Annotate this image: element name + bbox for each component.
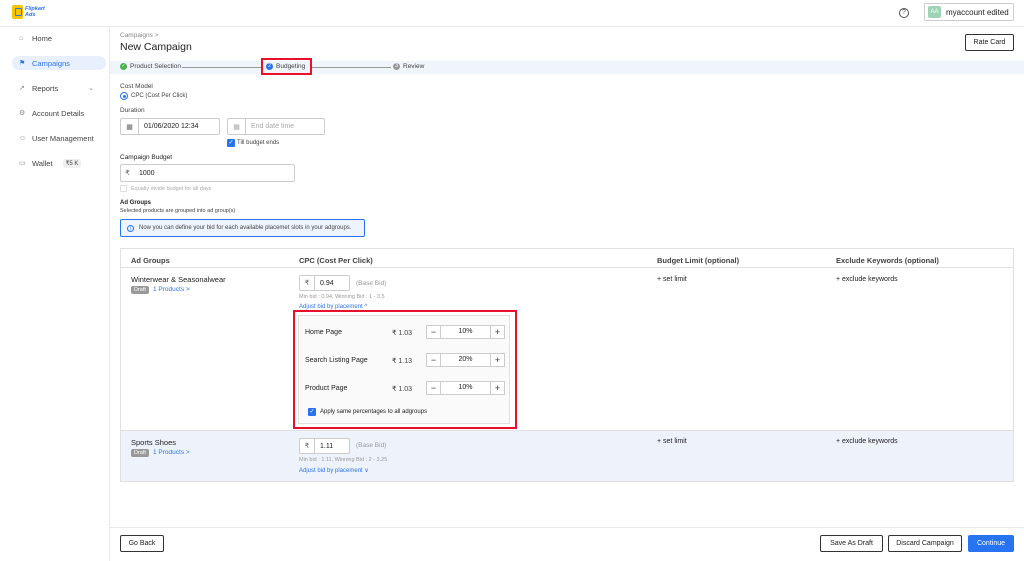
cpc-radio[interactable] <box>120 92 128 100</box>
rupee-icon: ₹ <box>300 276 315 290</box>
wallet-icon: ▭ <box>19 160 26 167</box>
col-header-exclude-keywords: Exclude Keywords (optional) <box>836 256 939 265</box>
highlight-box <box>293 310 517 429</box>
calendar-icon: ▦ <box>121 119 139 134</box>
go-back-button[interactable]: Go Back <box>120 535 164 552</box>
ad-groups-label: Ad Groups <box>120 200 151 206</box>
ad-groups-subtitle: Selected products are grouped into ad gr… <box>120 208 236 214</box>
wallet-balance: ₹5 K <box>62 158 82 168</box>
adjust-bid-link[interactable]: Adjust bid by placement ∨ <box>299 467 369 474</box>
cpc-radio-label: CPC (Cost Per Click) <box>131 93 188 99</box>
check-icon: ✓ <box>120 63 127 70</box>
sidebar-item-label: Account Details <box>32 108 85 118</box>
campaign-budget-label: Campaign Budget <box>120 154 173 161</box>
sidebar: ⌂ Home ⚑ Campaigns ↗ Reports ⌄ ⚙ Account… <box>0 27 110 561</box>
set-limit-link[interactable]: + set limit <box>657 276 687 283</box>
till-budget-ends-label: Till budget ends <box>237 140 280 146</box>
duration-label: Duration <box>120 107 145 114</box>
info-icon: i <box>127 224 134 232</box>
bid-hint: Min bid : 0.94, Winning Bid : 1 - 3.5 <box>299 294 385 300</box>
save-as-draft-button[interactable]: Save As Draft <box>820 535 883 552</box>
end-date-field[interactable]: ▦ End date time <box>227 118 325 135</box>
col-header-ad-groups: Ad Groups <box>131 256 170 265</box>
cost-model-label: Cost Model <box>120 83 153 90</box>
avatar: AA <box>928 6 941 18</box>
sidebar-item-label: User Management <box>32 133 94 143</box>
col-header-budget-limit: Budget Limit (optional) <box>657 256 740 265</box>
till-budget-ends-checkbox[interactable]: ✓ <box>227 139 235 147</box>
footer-bar <box>110 527 1024 561</box>
step-connector <box>311 67 391 68</box>
sidebar-item-user-management[interactable]: ☺ User Management <box>12 131 106 145</box>
step-review: 3 Review <box>393 63 424 70</box>
cpc-bid-input[interactable]: ₹ 0.94 <box>299 275 350 291</box>
base-bid-label: (Base Bid) <box>356 280 387 287</box>
divider <box>121 267 1013 268</box>
chevron-down-icon: ⌄ <box>88 85 94 92</box>
status-badge: Draft <box>131 449 149 457</box>
highlight-box <box>261 58 312 75</box>
step-number: 3 <box>393 63 400 70</box>
exclude-keywords-link[interactable]: + exclude keywords <box>836 276 898 283</box>
calendar-icon: ▦ <box>228 119 246 134</box>
sidebar-item-label: Reports <box>32 83 59 93</box>
info-banner: i Now you can define your bid for each a… <box>120 219 365 237</box>
sidebar-item-campaigns[interactable]: ⚑ Campaigns <box>12 56 106 70</box>
sidebar-item-account-details[interactable]: ⚙ Account Details <box>12 106 106 120</box>
help-icon[interactable]: ? <box>899 8 909 18</box>
status-badge: Draft <box>131 286 149 294</box>
col-header-cpc: CPC (Cost Per Click) <box>299 256 373 265</box>
products-link[interactable]: 1 Products > <box>153 286 190 293</box>
discard-campaign-button[interactable]: Discard Campaign <box>888 535 962 552</box>
set-limit-link[interactable]: + set limit <box>657 438 687 445</box>
step-connector <box>182 67 262 68</box>
sidebar-item-reports[interactable]: ↗ Reports ⌄ <box>12 81 106 95</box>
account-menu[interactable]: AA myaccount edited <box>924 3 1014 21</box>
start-date-field[interactable]: ▦ 01/06/2020 12:34 <box>120 118 220 135</box>
gear-icon: ⚙ <box>19 110 26 117</box>
cpc-bid-input[interactable]: ₹ 1.11 <box>299 438 350 454</box>
chart-icon: ↗ <box>19 85 25 92</box>
equally-divide-label: Equally divide budget for all days <box>131 186 212 192</box>
step-product-selection: ✓ Product Selection <box>120 63 181 70</box>
sidebar-item-wallet[interactable]: ▭ Wallet ₹5 K <box>12 156 106 170</box>
campaign-budget-input[interactable]: ₹ 1000 <box>120 164 295 182</box>
rupee-icon: ₹ <box>125 170 130 177</box>
base-bid-label: (Base Bid) <box>356 442 387 449</box>
page-title: New Campaign <box>120 41 192 53</box>
account-name: myaccount edited <box>946 7 1009 17</box>
sidebar-item-label: Wallet <box>32 158 53 168</box>
flipkart-ads-logo[interactable]: Flipkart Ads <box>12 5 45 19</box>
equally-divide-checkbox[interactable] <box>120 185 127 192</box>
campaign-icon: ⚑ <box>19 60 26 67</box>
logo-line2: Ads <box>25 12 36 18</box>
sidebar-item-label: Home <box>32 33 53 43</box>
sidebar-item-label: Campaigns <box>32 58 70 68</box>
flipkart-bag-icon <box>12 5 23 19</box>
exclude-keywords-link[interactable]: + exclude keywords <box>836 438 898 445</box>
continue-button[interactable]: Continue <box>968 535 1014 552</box>
home-icon: ⌂ <box>19 34 24 42</box>
ad-group-name: Sports Shoes <box>131 438 177 447</box>
products-link[interactable]: 1 Products > <box>153 449 190 456</box>
bid-hint: Min bid : 1.11, Winning Bid : 2 - 3.25 <box>299 457 388 463</box>
breadcrumb[interactable]: Campaigns > <box>120 32 158 39</box>
user-icon: ☺ <box>19 134 27 142</box>
rate-card-button[interactable]: Rate Card <box>965 34 1014 51</box>
rupee-icon: ₹ <box>300 439 315 453</box>
top-bar: Flipkart Ads ? AA myaccount edited <box>0 0 1024 27</box>
sidebar-item-home[interactable]: ⌂ Home <box>12 31 106 45</box>
ad-group-name: Winterwear & Seasonalwear <box>131 275 226 284</box>
